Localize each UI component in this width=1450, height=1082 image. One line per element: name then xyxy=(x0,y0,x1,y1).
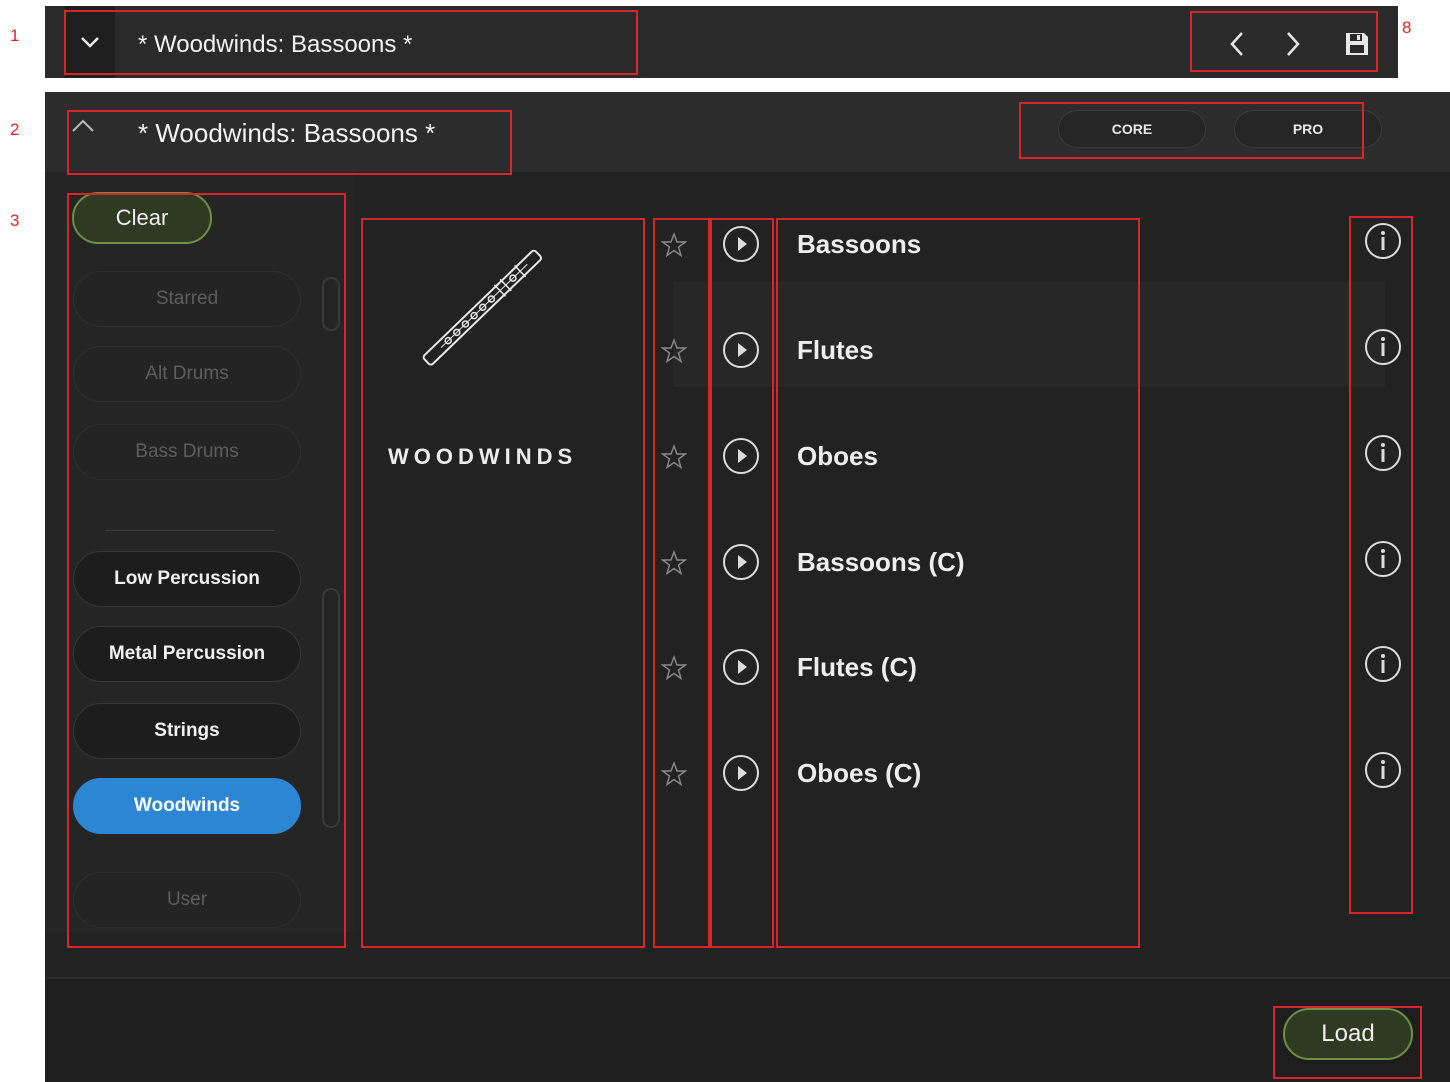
callout-box-3 xyxy=(67,193,346,948)
browser-footer: Load xyxy=(45,977,1450,1082)
callout-box-4 xyxy=(361,218,645,948)
annotation-2: 2 xyxy=(10,120,20,139)
callout-box-8 xyxy=(1190,11,1378,72)
callout-box-10 xyxy=(1273,1006,1422,1079)
callout-box-1 xyxy=(64,10,638,75)
callout-box-3a xyxy=(1019,102,1364,159)
callout-box-9 xyxy=(1349,216,1413,914)
callout-box-6 xyxy=(710,218,774,948)
annotation-3: 3 xyxy=(10,211,20,230)
callout-box-7 xyxy=(776,218,1140,948)
annotation-8: 8 xyxy=(1402,18,1412,37)
callout-box-5 xyxy=(653,218,710,948)
annotation-1: 1 xyxy=(10,26,20,45)
callout-box-2 xyxy=(67,110,512,175)
